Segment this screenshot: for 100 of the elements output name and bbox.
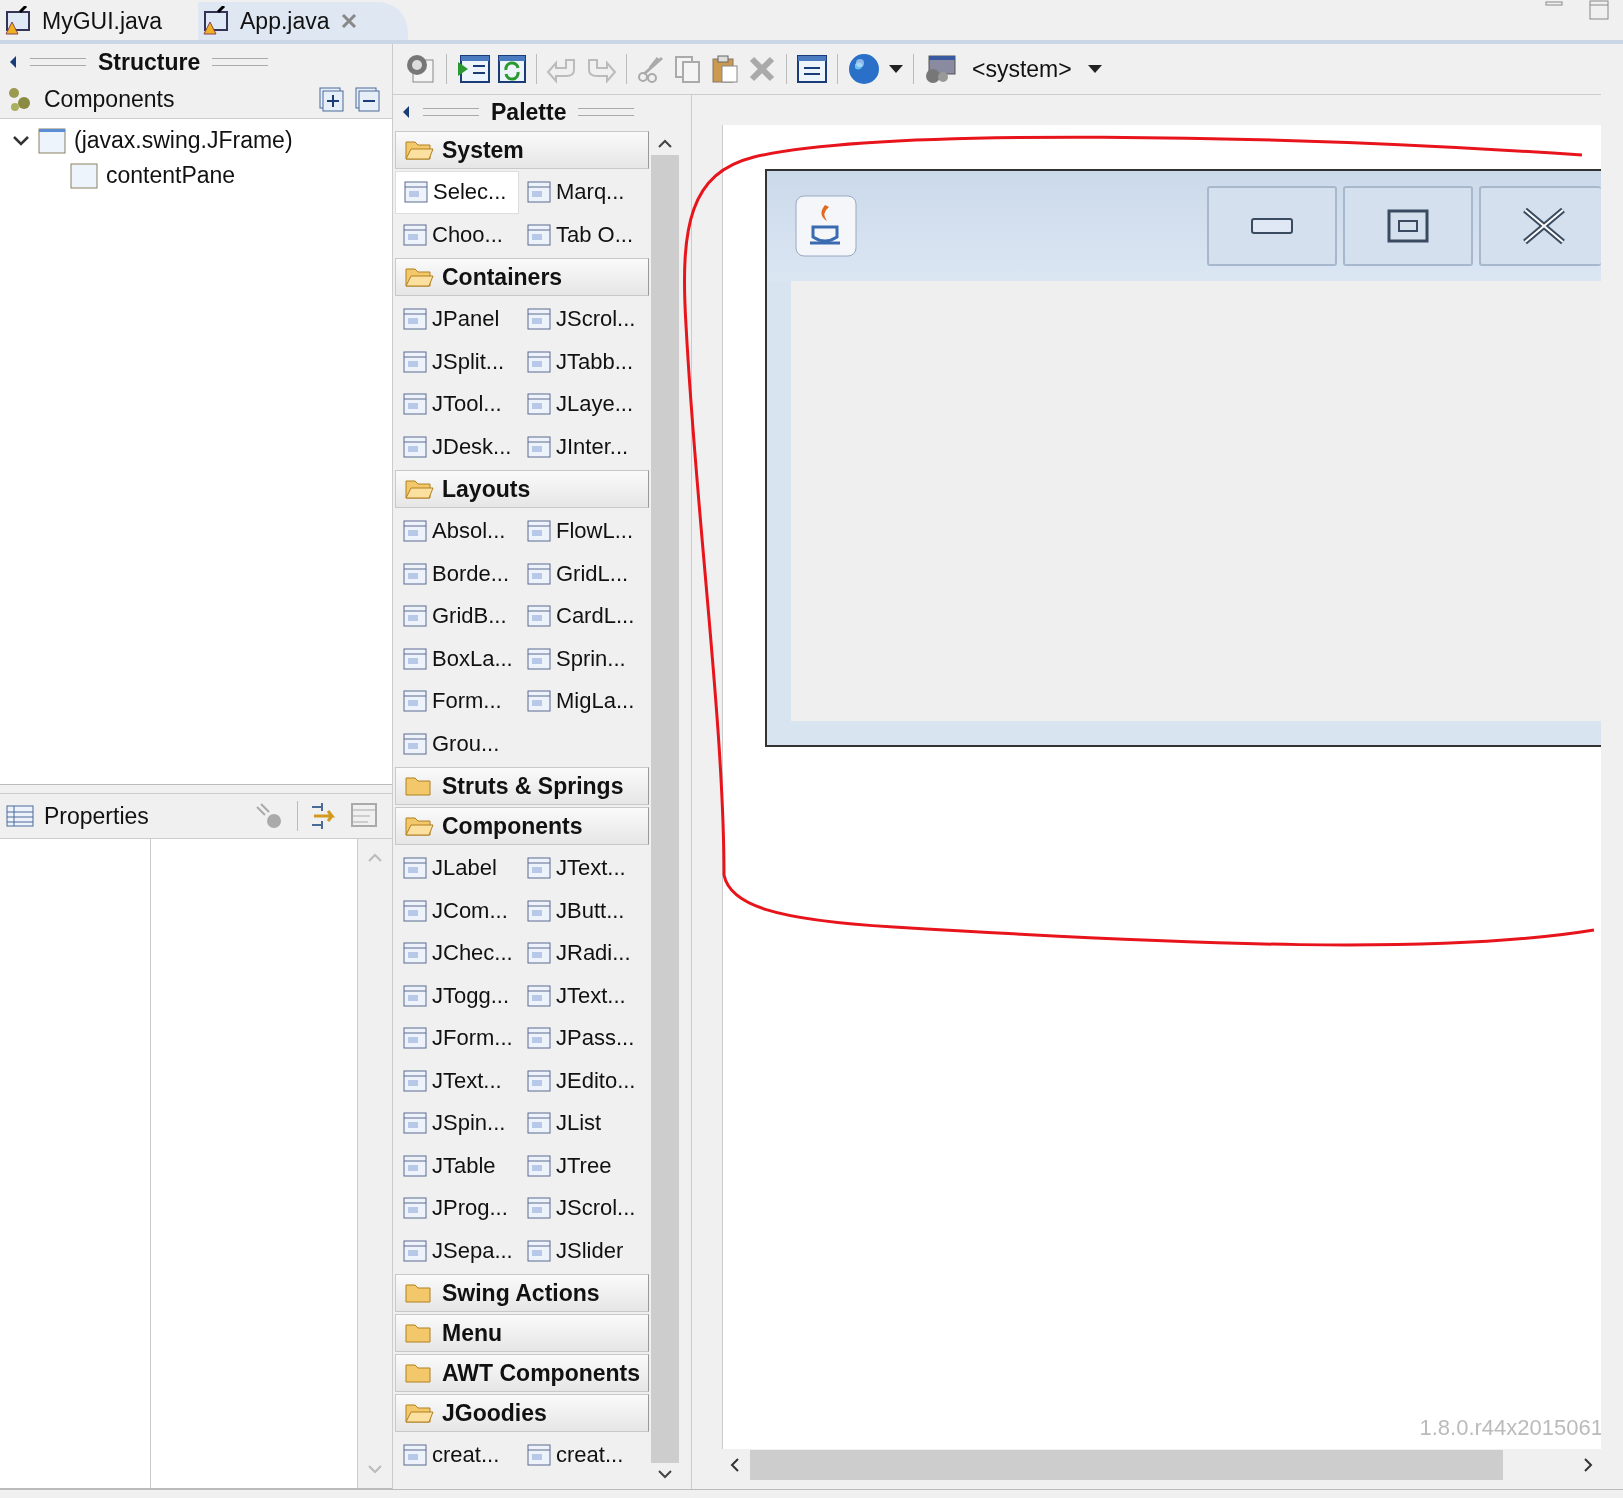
- close-icon[interactable]: [339, 12, 358, 30]
- minimize-icon: [1251, 217, 1293, 235]
- folder-icon: [404, 477, 434, 501]
- palette-category[interactable]: Swing Actions: [395, 1274, 649, 1312]
- palette-item[interactable]: JInter...: [519, 425, 651, 468]
- editor-tab[interactable]: MyGUI.java: [0, 2, 190, 40]
- palette-category[interactable]: JGoodies: [395, 1394, 649, 1432]
- tree-item[interactable]: contentPane: [0, 158, 392, 193]
- scroll-left-icon[interactable]: [730, 1457, 740, 1473]
- palette-item[interactable]: JDesk...: [395, 425, 519, 468]
- palette-item[interactable]: JPass...: [519, 1017, 651, 1060]
- cut-icon[interactable]: [636, 54, 666, 84]
- scroll-right-icon[interactable]: [1583, 1457, 1593, 1473]
- palette-item[interactable]: JSpin...: [395, 1102, 519, 1145]
- tree-item[interactable]: (javax.swing.JFrame): [0, 123, 392, 158]
- palette-category[interactable]: System: [395, 131, 649, 169]
- palette-item[interactable]: JLaye...: [519, 383, 651, 426]
- collapse-arrow-icon[interactable]: [401, 105, 411, 119]
- copy-icon[interactable]: [673, 54, 703, 84]
- frame-icon: [38, 127, 66, 154]
- palette-item[interactable]: JChec...: [395, 932, 519, 975]
- palette-item[interactable]: JRadi...: [519, 932, 651, 975]
- palette-item[interactable]: JText...: [395, 1059, 519, 1102]
- folder-icon: [404, 814, 434, 838]
- refresh-form-icon[interactable]: [497, 54, 527, 84]
- palette-item[interactable]: JCom...: [395, 889, 519, 932]
- palette-item[interactable]: JScrol...: [519, 298, 651, 341]
- minimize-button[interactable]: [1207, 186, 1337, 266]
- palette-item[interactable]: JText...: [519, 974, 651, 1017]
- palette-item[interactable]: FlowL...: [519, 510, 651, 553]
- close-icon: [1521, 207, 1567, 245]
- dropdown-caret-icon[interactable]: [1086, 64, 1103, 74]
- palette-category[interactable]: AWT Components: [395, 1354, 649, 1392]
- palette-category[interactable]: Containers: [395, 258, 649, 296]
- dropdown-caret-icon[interactable]: [888, 64, 904, 74]
- scroll-down-icon[interactable]: [657, 1469, 673, 1479]
- palette-category[interactable]: Components: [395, 807, 649, 845]
- editor-tab[interactable]: App.java: [198, 2, 408, 40]
- look-and-feel-label[interactable]: <system>: [972, 55, 1072, 83]
- run-form-icon[interactable]: [456, 54, 490, 84]
- maximize-button[interactable]: [1343, 186, 1473, 266]
- palette-item[interactable]: Tab O...: [519, 213, 651, 256]
- palette-item[interactable]: Selec...: [395, 171, 519, 214]
- palette-item[interactable]: JTable: [395, 1144, 519, 1187]
- structure-title: Structure: [98, 48, 201, 76]
- palette-item[interactable]: JList: [519, 1102, 651, 1145]
- palette-item[interactable]: Borde...: [395, 552, 519, 595]
- palette-item[interactable]: JSplit...: [395, 340, 519, 383]
- palette-item[interactable]: JSepa...: [395, 1229, 519, 1272]
- palette-item[interactable]: JPanel: [395, 298, 519, 341]
- delete-icon[interactable]: [747, 54, 777, 84]
- palette-item[interactable]: creat...: [395, 1434, 519, 1477]
- palette-item[interactable]: JEdito...: [519, 1059, 651, 1102]
- palette-item[interactable]: Form...: [395, 680, 519, 723]
- palette-item[interactable]: Grou...: [395, 722, 519, 765]
- palette-item[interactable]: JTool...: [395, 383, 519, 426]
- palette-item[interactable]: Sprin...: [519, 637, 651, 680]
- palette-item[interactable]: JForm...: [395, 1017, 519, 1060]
- palette-item[interactable]: CardL...: [519, 595, 651, 638]
- globe-icon[interactable]: [847, 52, 881, 86]
- palette-item[interactable]: JTree: [519, 1144, 651, 1187]
- properties-grid-icon[interactable]: [350, 802, 380, 830]
- collapse-arrow-icon[interactable]: [8, 55, 18, 69]
- paste-icon[interactable]: [710, 54, 740, 84]
- palette-item[interactable]: JTogg...: [395, 974, 519, 1017]
- properties-title: Properties: [44, 802, 149, 830]
- palette-item[interactable]: JTabb...: [519, 340, 651, 383]
- tree-label: (javax.swing.JFrame): [74, 127, 293, 154]
- palette-item[interactable]: Absol...: [395, 510, 519, 553]
- palette-item[interactable]: GridL...: [519, 552, 651, 595]
- drag-grip[interactable]: [423, 108, 479, 116]
- collapse-all-icon[interactable]: [354, 86, 380, 112]
- scroll-up-icon[interactable]: [657, 139, 673, 149]
- drag-grip[interactable]: [30, 58, 86, 66]
- tree-label: contentPane: [106, 162, 236, 189]
- drag-grip[interactable]: [212, 58, 269, 66]
- palette-item[interactable]: GridB...: [395, 595, 519, 638]
- palette-item[interactable]: MigLa...: [519, 680, 651, 723]
- palette-item[interactable]: JText...: [519, 847, 651, 890]
- palette-category[interactable]: Menu: [395, 1314, 649, 1352]
- editor-tab-label: MyGUI.java: [42, 7, 163, 35]
- palette-category[interactable]: Layouts: [395, 470, 649, 508]
- palette-item[interactable]: Choo...: [395, 213, 519, 256]
- palette-item[interactable]: JProg...: [395, 1187, 519, 1230]
- palette-item[interactable]: JLabel: [395, 847, 519, 890]
- palette-item[interactable]: creat...: [519, 1434, 651, 1477]
- look-and-feel-icon[interactable]: [923, 54, 957, 84]
- expand-all-icon[interactable]: [318, 86, 344, 112]
- palette-item[interactable]: Marq...: [519, 171, 651, 214]
- java-file-warning-icon: [200, 6, 230, 36]
- palette-category[interactable]: Struts & Springs: [395, 767, 649, 805]
- palette-item[interactable]: BoxLa...: [395, 637, 519, 680]
- folder-icon: [404, 1401, 434, 1425]
- palette-item[interactable]: JButt...: [519, 889, 651, 932]
- palette-item[interactable]: JSlider: [519, 1229, 651, 1272]
- tab-order-icon[interactable]: [796, 54, 828, 84]
- palette-item[interactable]: JScrol...: [519, 1187, 651, 1230]
- drag-grip[interactable]: [578, 108, 635, 116]
- close-button[interactable]: [1479, 186, 1601, 266]
- java-cup-icon: [795, 195, 857, 257]
